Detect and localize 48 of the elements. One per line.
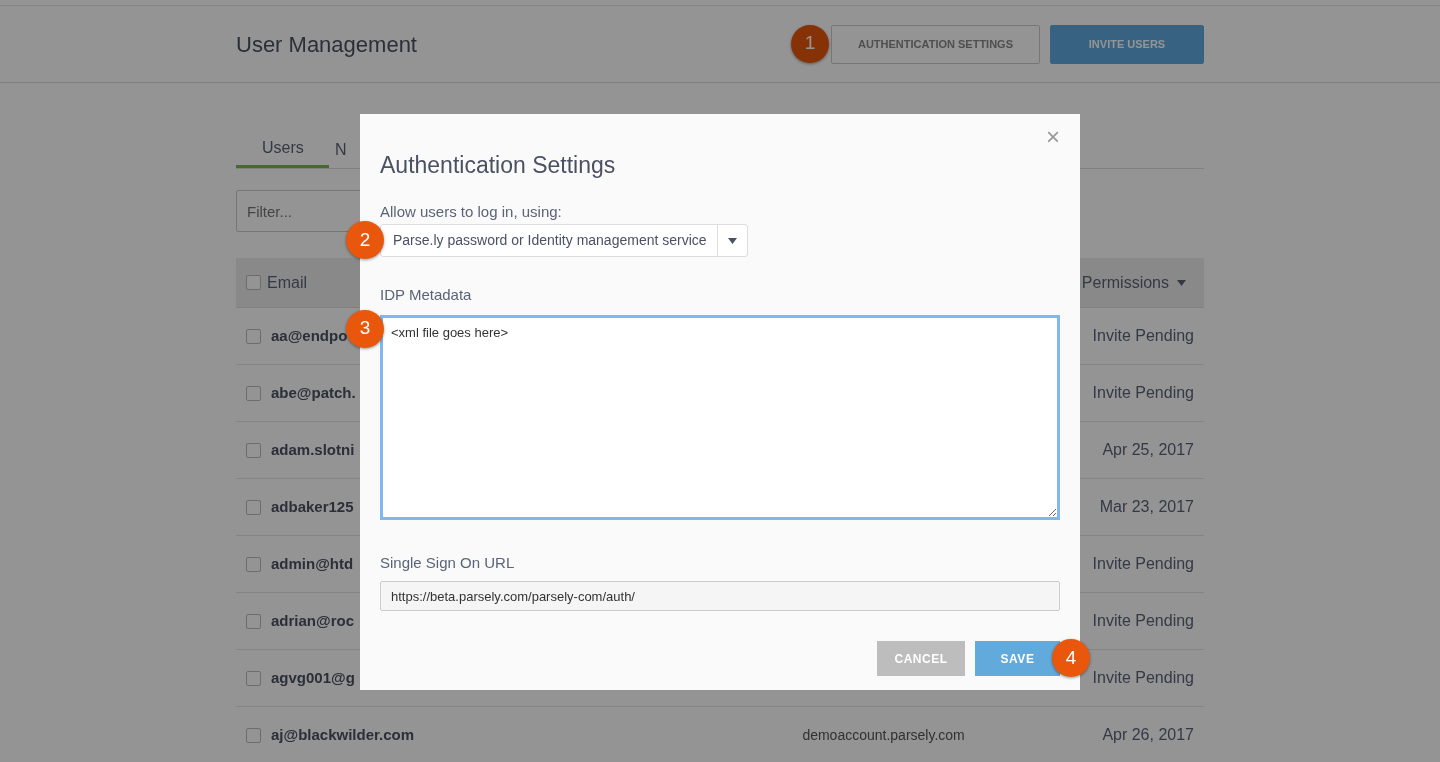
field-label: Single Sign On URL <box>380 552 516 573</box>
domain-text: demoaccount.parsely.com <box>802 725 966 745</box>
settings-button[interactable]: AUTHENTICATION SETTINGS <box>831 24 1040 64</box>
status-text: Invite Pending <box>1092 554 1194 574</box>
cancel-button[interactable]: CANCEL <box>877 641 965 677</box>
checkbox[interactable] <box>246 613 261 629</box>
save-button[interactable]: SAVE <box>975 641 1060 677</box>
email-text: abe@patch. <box>271 382 356 403</box>
tab[interactable]: N <box>329 123 353 168</box>
column-header: Email <box>267 272 307 293</box>
sso-url-field[interactable]: https://beta.parsely.com/parsely-com/auth/ <box>380 581 1060 612</box>
callout-badge: 2 <box>346 221 384 260</box>
callout-badge: 4 <box>1052 639 1090 678</box>
email-text: aj@blackwilder.com <box>271 724 415 745</box>
field-label: IDP Metadata <box>380 285 473 306</box>
page-title: User Management <box>236 30 417 59</box>
checkbox[interactable] <box>246 328 261 344</box>
email-text: adrian@roc <box>271 610 354 631</box>
status-text: Mar 23, 2017 <box>1099 497 1194 517</box>
metadata-field[interactable]: <xml file goes here> <box>380 314 1060 520</box>
close-button[interactable]: × <box>1040 124 1066 150</box>
sort-caret-icon <box>1177 279 1186 286</box>
caret-icon <box>728 237 737 244</box>
status-text: Invite Pending <box>1092 383 1194 403</box>
modal-title: Authentication Settings <box>380 152 617 180</box>
callout-badge: 1 <box>791 24 829 63</box>
status-text: Apr 25, 2017 <box>1102 440 1194 460</box>
status-text: Apr 26, 2017 <box>1102 725 1194 745</box>
email-text: agvg001@g <box>271 667 355 688</box>
login-method-select[interactable]: Parse.ly password or Identity management service <box>380 224 748 258</box>
email-text: adam.slotni <box>271 439 355 460</box>
email-text: admin@htd <box>271 553 354 574</box>
email-text: aa@endpo <box>271 325 348 346</box>
tab[interactable]: Users <box>236 123 329 168</box>
status-text: Invite Pending <box>1092 668 1194 688</box>
checkbox[interactable] <box>246 670 261 686</box>
column-header[interactable]: Permissions <box>1081 270 1169 295</box>
checkbox[interactable] <box>246 385 261 401</box>
checkbox[interactable] <box>246 275 261 290</box>
checkbox[interactable] <box>246 442 261 458</box>
status-text: Invite Pending <box>1092 326 1194 346</box>
checkbox[interactable] <box>246 499 261 515</box>
checkbox[interactable] <box>246 556 261 572</box>
status-text: Invite Pending <box>1092 611 1194 631</box>
checkbox[interactable] <box>246 727 261 743</box>
invite-button[interactable]: INVITE USERS <box>1050 24 1204 64</box>
callout-badge: 3 <box>346 309 384 348</box>
email-text: adbaker125 <box>271 496 354 517</box>
